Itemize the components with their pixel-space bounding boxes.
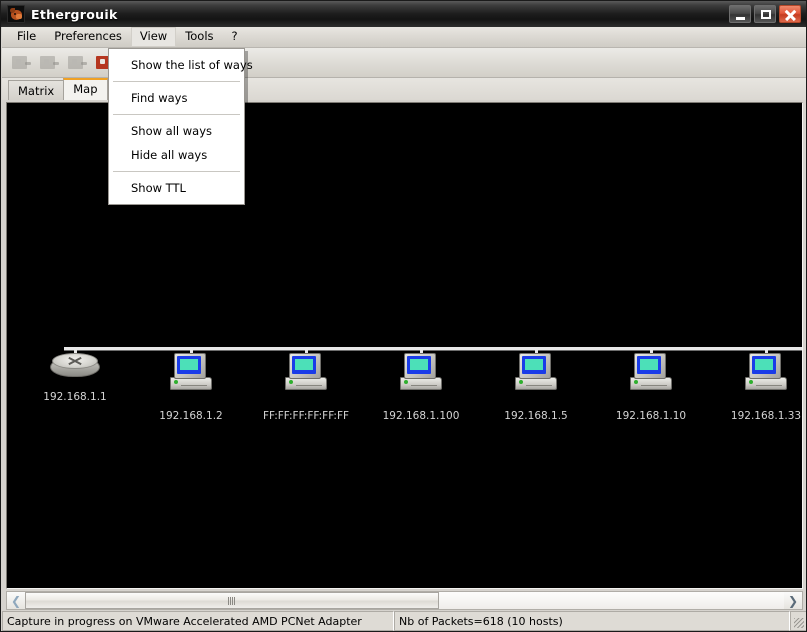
- title-bar: Ethergrouik: [1, 1, 806, 27]
- computer-icon: [628, 353, 674, 393]
- menu-view[interactable]: View: [130, 27, 177, 47]
- minimize-button[interactable]: [729, 5, 751, 23]
- scroll-left-arrow-icon[interactable]: ❮: [7, 592, 25, 609]
- resize-grip-icon[interactable]: [790, 611, 806, 631]
- menu-file[interactable]: File: [8, 27, 45, 47]
- map-node-label: FF:FF:FF:FF:FF:FF: [262, 410, 350, 422]
- map-node-label: 192.168.1.5: [504, 410, 568, 422]
- network-bus-line: [64, 347, 802, 350]
- map-node-label: 192.168.1.10: [615, 410, 687, 422]
- pig-icon: [7, 5, 25, 23]
- window-title: Ethergrouik: [31, 6, 118, 22]
- status-packets-text: Nb of Packets=618 (10 hosts): [394, 611, 790, 631]
- scrollbar-thumb[interactable]: [25, 592, 439, 609]
- menu-help[interactable]: ?: [223, 27, 247, 47]
- computer-icon: [513, 353, 559, 393]
- menu-separator: [113, 171, 240, 172]
- computer-icon: [283, 353, 329, 393]
- router-icon: [50, 353, 100, 383]
- menu-separator: [113, 114, 240, 115]
- tab-map[interactable]: Map: [63, 78, 108, 100]
- scroll-right-arrow-icon[interactable]: ❯: [784, 592, 802, 609]
- menu-bar: File Preferences View Tools ?: [2, 27, 806, 48]
- menu-tools[interactable]: Tools: [176, 27, 222, 47]
- menu-separator: [113, 81, 240, 82]
- capture-stop-icon[interactable]: [37, 51, 61, 75]
- status-bar: Capture in progress on VMware Accelerate…: [2, 611, 806, 631]
- map-node-label: 192.168.1.1: [43, 391, 107, 403]
- maximize-button[interactable]: [754, 5, 776, 23]
- computer-icon: [168, 353, 214, 393]
- close-button[interactable]: [779, 5, 801, 23]
- menu-item-find-ways[interactable]: Find ways: [109, 86, 244, 110]
- tab-matrix[interactable]: Matrix: [8, 80, 65, 100]
- menu-item-show-the-list-of-ways[interactable]: Show the list of ways: [109, 53, 253, 77]
- status-capture-text: Capture in progress on VMware Accelerate…: [2, 611, 394, 631]
- map-node-label: 192.168.1.100: [382, 410, 460, 422]
- horizontal-scrollbar[interactable]: ❮ ❯: [6, 591, 803, 610]
- scrollbar-track[interactable]: [25, 592, 784, 609]
- view-dropdown-menu[interactable]: Show the list of ways Find ways Show all w…: [108, 48, 253, 205]
- menu-item-show-ttl[interactable]: Show TTL: [109, 176, 244, 200]
- menu-preferences[interactable]: Preferences: [45, 27, 131, 47]
- menu-item-hide-all-ways[interactable]: Hide all ways: [109, 143, 244, 167]
- scrollbar-grip-icon: [228, 596, 236, 605]
- menu-item-show-all-ways[interactable]: Show all ways: [109, 119, 244, 143]
- application-window: Ethergrouik File Preferences View Tools …: [0, 0, 807, 632]
- map-node-label: 192.168.1.33: [730, 410, 802, 422]
- capture-start-icon[interactable]: [9, 51, 33, 75]
- computer-icon: [398, 353, 444, 393]
- computer-icon: [743, 353, 789, 393]
- map-node-label: 192.168.1.2: [159, 410, 223, 422]
- capture-pause-icon[interactable]: [65, 51, 89, 75]
- window-controls: [729, 5, 801, 23]
